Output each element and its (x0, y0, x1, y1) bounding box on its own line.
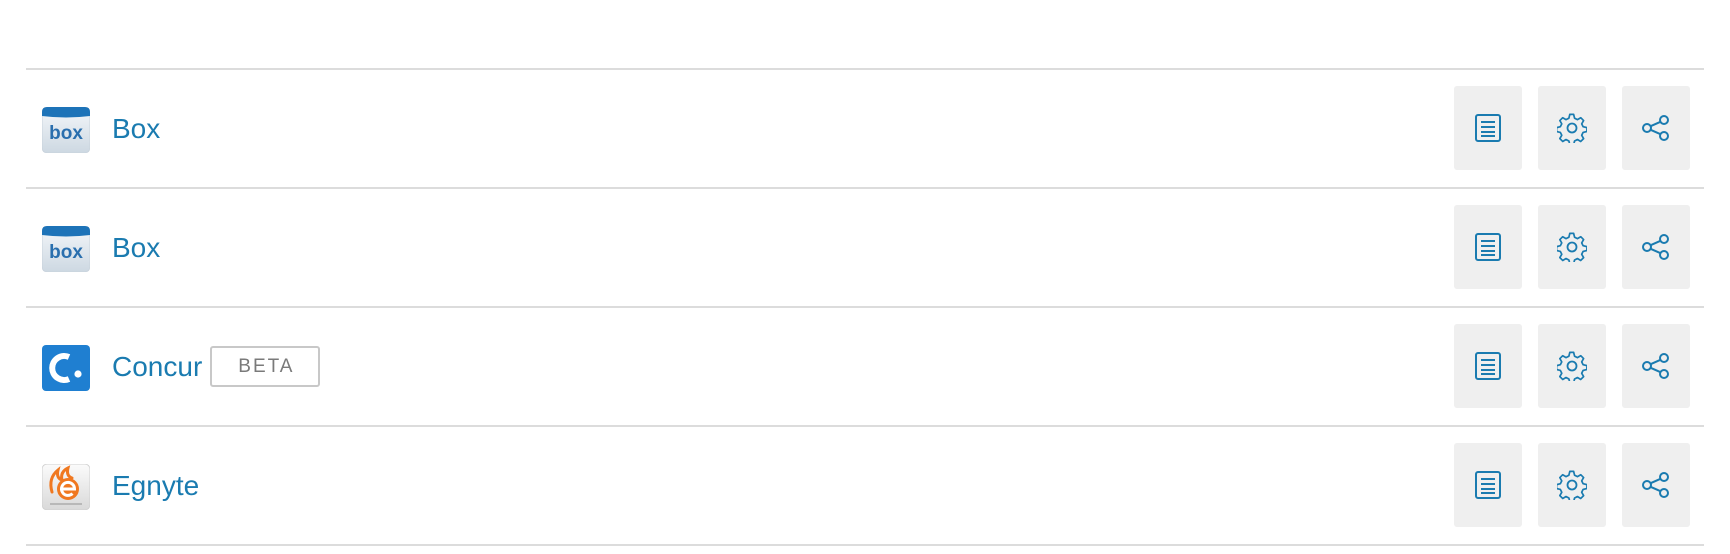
gear-icon (1557, 113, 1587, 143)
gear-icon (1557, 351, 1587, 381)
details-button[interactable] (1454, 205, 1522, 289)
share-icon (1642, 115, 1669, 141)
list-item: Concur BETA (26, 308, 1704, 427)
app-name-link[interactable]: Box (112, 232, 160, 264)
share-button[interactable] (1622, 205, 1690, 289)
list-details-icon (1475, 352, 1501, 380)
list-details-icon (1475, 114, 1501, 142)
app-name-link[interactable]: Box (112, 113, 160, 145)
list-item: box Box (26, 70, 1704, 189)
share-icon (1642, 353, 1669, 379)
details-button[interactable] (1454, 86, 1522, 170)
app-name-wrap: Egnyte (112, 427, 199, 544)
list-details-icon (1475, 233, 1501, 261)
svg-text:box: box (49, 123, 83, 144)
row-actions (1454, 324, 1690, 408)
concur-logo-icon (42, 345, 90, 391)
gear-icon (1557, 232, 1587, 262)
svg-text:box: box (49, 242, 83, 263)
settings-button[interactable] (1538, 324, 1606, 408)
share-button[interactable] (1622, 443, 1690, 527)
box-logo-icon: box (42, 107, 90, 153)
app-name-wrap: Concur BETA (112, 308, 321, 425)
list-details-icon (1475, 471, 1501, 499)
share-button[interactable] (1622, 86, 1690, 170)
app-name-link[interactable]: Concur (112, 351, 202, 383)
share-button[interactable] (1622, 324, 1690, 408)
row-actions (1454, 205, 1690, 289)
box-logo-icon: box (42, 226, 90, 272)
row-actions (1454, 86, 1690, 170)
share-icon (1642, 234, 1669, 260)
list-item: Egnyte (26, 427, 1704, 546)
settings-button[interactable] (1538, 86, 1606, 170)
details-button[interactable] (1454, 443, 1522, 527)
app-name-wrap: Box (112, 189, 160, 306)
list-item: box Box (26, 189, 1704, 308)
app-name-wrap: Box (112, 70, 160, 187)
beta-badge: BETA (210, 346, 321, 387)
gear-icon (1557, 470, 1587, 500)
settings-button[interactable] (1538, 443, 1606, 527)
egnyte-logo-icon (42, 464, 90, 510)
details-button[interactable] (1454, 324, 1522, 408)
row-actions (1454, 443, 1690, 527)
app-list: box Box box Box Concur BETA Egnyte (26, 68, 1704, 546)
share-icon (1642, 472, 1669, 498)
app-name-link[interactable]: Egnyte (112, 470, 199, 502)
settings-button[interactable] (1538, 205, 1606, 289)
